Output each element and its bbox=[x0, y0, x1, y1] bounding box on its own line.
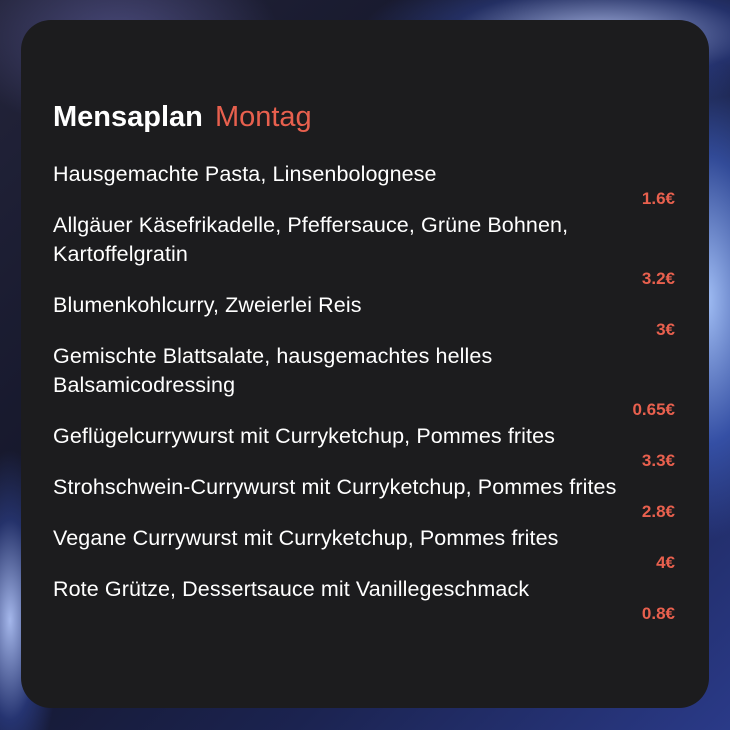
menu-item: Hausgemachte Pasta, Linsenbolognese 1.6€ bbox=[53, 160, 675, 207]
dish-name: Strohschwein-Currywurst mit Curryketchup… bbox=[53, 475, 617, 499]
menu-item: Allgäuer Käsefrikadelle, Pfeffersauce, G… bbox=[53, 211, 675, 287]
dish-name: Allgäuer Käsefrikadelle, Pfeffersauce, G… bbox=[53, 213, 569, 266]
menu-item: Vegane Currywurst mit Curryketchup, Pomm… bbox=[53, 524, 675, 571]
dish-name: Rote Grütze, Dessertsauce mit Vanilleges… bbox=[53, 577, 530, 601]
day-label: Montag bbox=[214, 101, 312, 133]
title-label: Mensaplan bbox=[53, 101, 203, 133]
menu-list: Hausgemachte Pasta, Linsenbolognese 1.6€… bbox=[53, 160, 675, 626]
mensaplan-widget[interactable]: Mensaplan Montag Hausgemachte Pasta, Lin… bbox=[21, 20, 709, 708]
menu-item: Strohschwein-Currywurst mit Curryketchup… bbox=[53, 473, 675, 520]
menu-item: Rote Grütze, Dessertsauce mit Vanilleges… bbox=[53, 575, 675, 622]
dish-price: 3€ bbox=[656, 320, 675, 339]
dish-price: 2.8€ bbox=[641, 502, 675, 521]
menu-item: Geflügelcurrywurst mit Curryketchup, Pom… bbox=[53, 422, 675, 469]
dish-name: Hausgemachte Pasta, Linsenbolognese bbox=[53, 162, 437, 186]
dish-name: Vegane Currywurst mit Curryketchup, Pomm… bbox=[53, 526, 559, 550]
dish-name: Gemischte Blattsalate, hausgemachtes hel… bbox=[53, 344, 493, 397]
menu-item: Blumenkohlcurry, Zweierlei Reis 3€ bbox=[53, 291, 675, 338]
dish-price: 1.6€ bbox=[641, 189, 675, 208]
widget-title: Mensaplan Montag bbox=[53, 100, 312, 134]
dish-price: 3.2€ bbox=[641, 269, 675, 288]
dish-price: 4€ bbox=[656, 553, 675, 572]
dish-name: Geflügelcurrywurst mit Curryketchup, Pom… bbox=[53, 424, 556, 448]
dish-price: 0.65€ bbox=[632, 400, 675, 419]
dish-price: 3.3€ bbox=[641, 451, 675, 470]
dish-price: 0.8€ bbox=[641, 604, 675, 623]
dish-name: Blumenkohlcurry, Zweierlei Reis bbox=[53, 293, 362, 317]
menu-item: Gemischte Blattsalate, hausgemachtes hel… bbox=[53, 342, 675, 418]
